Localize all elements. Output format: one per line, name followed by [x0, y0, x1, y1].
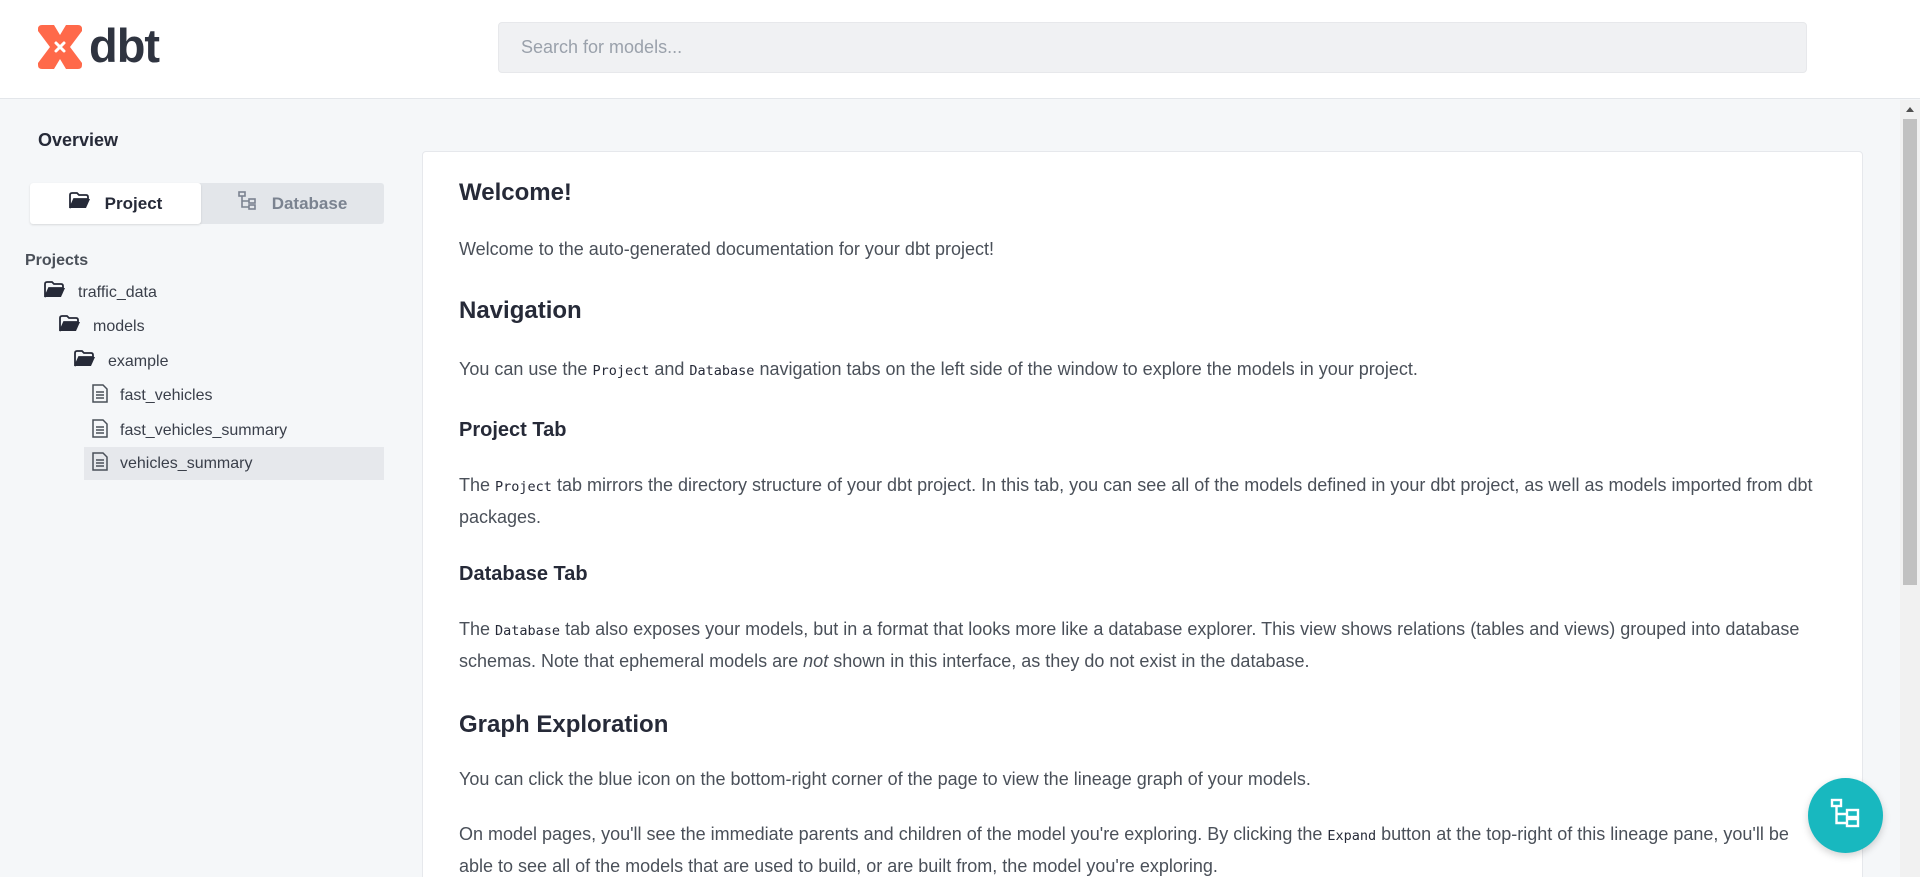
tree-item-label: traffic_data	[78, 283, 157, 301]
tree-item-traffic-data[interactable]: traffic_data	[44, 276, 157, 309]
tree-item-label: fast_vehicles_summary	[120, 421, 288, 439]
lineage-graph-button[interactable]	[1808, 778, 1883, 853]
scroll-up-arrow-icon[interactable]	[1900, 100, 1920, 117]
top-header: dbt Search for models...	[0, 0, 1920, 99]
tree-item-label: example	[108, 352, 169, 370]
file-icon	[92, 451, 120, 476]
logo-text: dbt	[89, 18, 160, 72]
tab-project-label: Project	[104, 193, 163, 213]
code-database: Database	[689, 363, 755, 379]
tree-item-models[interactable]: models	[59, 310, 145, 343]
project-tab-text: The Project tab mirrors the directory st…	[459, 475, 1813, 527]
tree-item-label: fast_vehicles	[120, 386, 213, 404]
database-tab-text: The Database tab also exposes your model…	[459, 619, 1800, 671]
tree-item-label: vehicles_summary	[120, 454, 253, 472]
folder-open-icon	[68, 192, 105, 215]
overview-link[interactable]: Overview	[38, 130, 118, 151]
tree-item-vehicles-summary[interactable]: vehicles_summary	[84, 447, 384, 480]
code-expand: Expand	[1327, 828, 1377, 844]
navigation-title: Navigation	[459, 297, 582, 324]
code-database: Database	[495, 623, 561, 639]
folder-open-icon	[74, 350, 108, 373]
folder-open-icon	[44, 281, 78, 304]
dbt-logo[interactable]: dbt	[36, 18, 160, 72]
tree-item-fast-vehicles[interactable]: fast_vehicles	[84, 379, 384, 412]
scrollbar-thumb[interactable]	[1903, 119, 1917, 585]
database-tab-title: Database Tab	[459, 563, 588, 585]
file-icon	[92, 418, 120, 443]
sidebar: Overview Project Database Projects traff…	[0, 100, 400, 877]
tab-database-label: Database	[271, 193, 348, 213]
welcome-title: Welcome!	[459, 179, 572, 206]
dbt-logo-icon	[36, 23, 84, 71]
tree-item-fast-vehicles-summary[interactable]: fast_vehicles_summary	[84, 414, 384, 447]
sidebar-tabs: Project Database	[30, 183, 384, 224]
welcome-text: Welcome to the auto-generated documentat…	[459, 239, 994, 259]
tab-database[interactable]: Database	[201, 183, 384, 224]
folder-open-icon	[59, 315, 93, 338]
project-tab-title: Project Tab	[459, 419, 567, 441]
tree-item-label: models	[93, 317, 145, 335]
tree-structure-icon	[237, 191, 272, 216]
graph-exploration-title: Graph Exploration	[459, 711, 669, 738]
code-project: Project	[592, 363, 650, 379]
search-input[interactable]: Search for models...	[498, 22, 1807, 73]
navigation-text: You can use the Project and Database nav…	[459, 359, 1418, 379]
lineage-graph-icon	[1830, 797, 1862, 834]
graph-exploration-text-2: On model pages, you'll see the immediate…	[459, 824, 1789, 876]
tab-project[interactable]: Project	[30, 183, 201, 224]
graph-exploration-text: You can click the blue icon on the botto…	[459, 769, 1311, 789]
projects-heading: Projects	[25, 252, 89, 269]
code-project: Project	[495, 479, 552, 495]
file-icon	[92, 383, 120, 408]
tree-item-example[interactable]: example	[74, 345, 168, 378]
page-scrollbar[interactable]	[1900, 100, 1920, 877]
